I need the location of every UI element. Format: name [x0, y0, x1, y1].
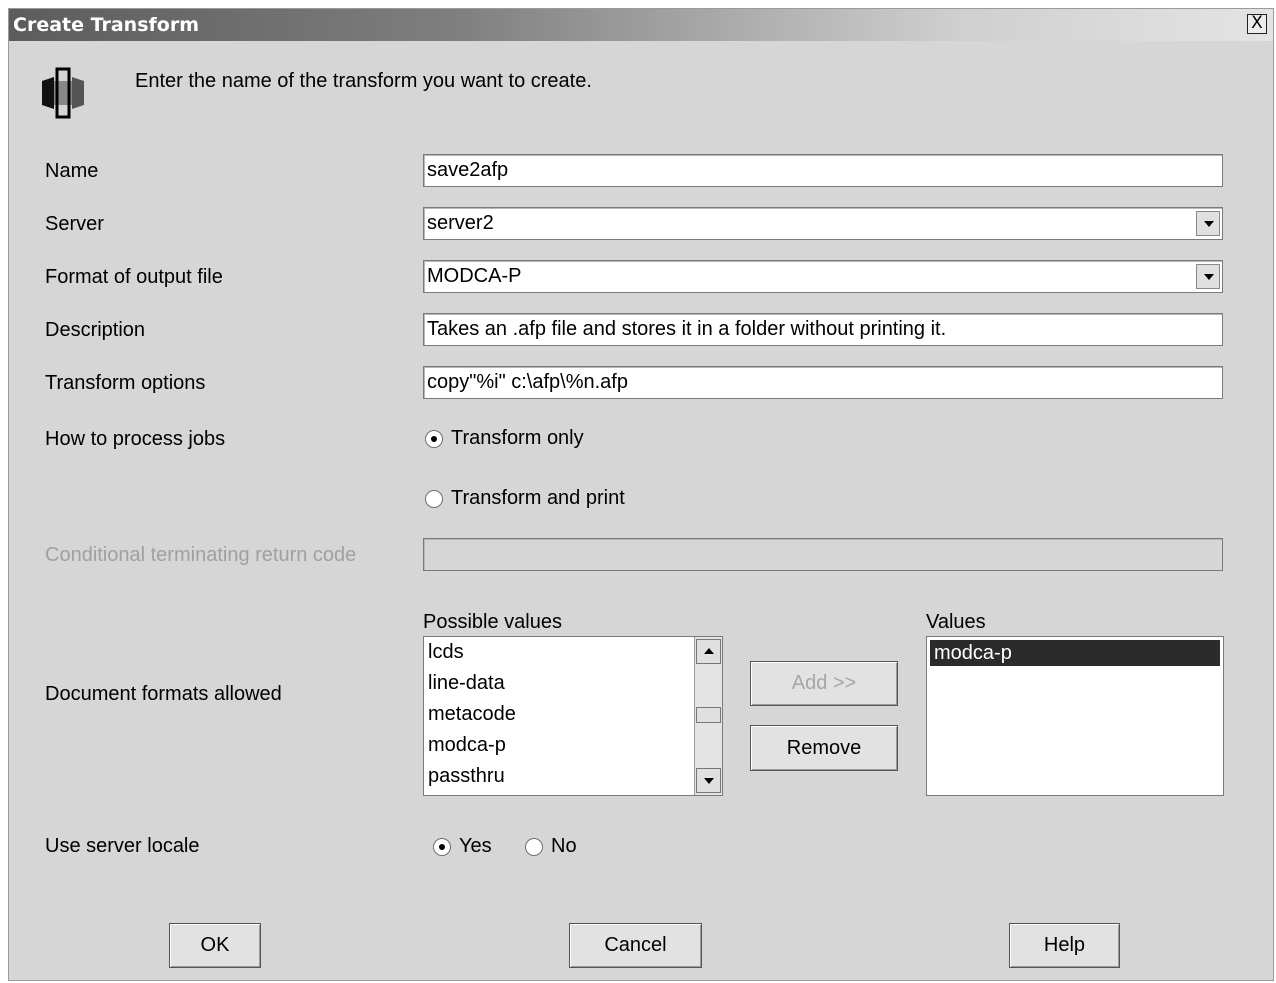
server-label: Server	[45, 213, 104, 235]
title-bar[interactable]: Create Transform X	[9, 9, 1273, 41]
help-button[interactable]: Help	[1009, 923, 1120, 968]
radio-transform-only[interactable]: Transform only	[425, 427, 584, 450]
possible-values-list[interactable]: lcds line-data metacode modca-p passthru	[423, 636, 723, 796]
transform-options-label: Transform options	[45, 372, 206, 394]
window-title: Create Transform	[13, 14, 199, 36]
name-value: save2afp	[427, 159, 509, 181]
transform-options-value: copy"%i" c:\afp\%n.afp	[427, 371, 628, 393]
cancel-button[interactable]: Cancel	[569, 923, 702, 968]
scroll-down-icon[interactable]	[696, 768, 721, 793]
server-dropdown[interactable]: server2	[423, 207, 1223, 240]
return-code-field	[423, 538, 1223, 571]
format-value: MODCA-P	[427, 265, 522, 287]
radio-locale-no[interactable]: No	[525, 835, 577, 858]
server-value: server2	[427, 212, 494, 234]
description-field[interactable]: Takes an .afp file and stores it in a fo…	[423, 313, 1223, 346]
server-locale-label: Use server locale	[45, 835, 200, 857]
transform-icon	[40, 67, 86, 125]
list-item[interactable]: lcds	[424, 637, 722, 668]
radio-selected-icon	[425, 429, 443, 448]
list-item[interactable]: modca-p	[930, 640, 1220, 666]
radio-locale-yes-label: Yes	[459, 835, 492, 857]
description-label: Description	[45, 319, 146, 341]
create-transform-dialog: Create Transform X Enter the name of the…	[8, 8, 1274, 981]
values-label: Values	[926, 611, 986, 633]
list-item[interactable]: modca-p	[424, 730, 722, 761]
remove-button[interactable]: Remove	[750, 725, 898, 771]
chevron-down-icon[interactable]	[1196, 211, 1220, 236]
radio-transform-and-print[interactable]: Transform and print	[425, 487, 625, 510]
list-item[interactable]: metacode	[424, 699, 722, 730]
document-formats-label: Document formats allowed	[45, 683, 282, 705]
intro-text: Enter the name of the transform you want…	[135, 70, 592, 92]
list-item[interactable]: line-data	[424, 668, 722, 699]
radio-selected-icon	[433, 837, 451, 856]
name-field[interactable]: save2afp	[423, 154, 1223, 187]
vertical-scrollbar[interactable]	[694, 637, 722, 795]
close-button[interactable]: X	[1247, 14, 1267, 34]
description-value: Takes an .afp file and stores it in a fo…	[427, 318, 947, 340]
list-item[interactable]: passthru	[424, 761, 722, 792]
ok-button[interactable]: OK	[169, 923, 261, 968]
radio-unselected-icon	[525, 837, 543, 856]
return-code-label: Conditional terminating return code	[45, 544, 357, 566]
format-label: Format of output file	[45, 266, 223, 288]
radio-transform-only-label: Transform only	[451, 427, 584, 449]
radio-transform-and-print-label: Transform and print	[451, 487, 625, 509]
chevron-down-icon[interactable]	[1196, 264, 1220, 289]
transform-options-field[interactable]: copy"%i" c:\afp\%n.afp	[423, 366, 1223, 399]
possible-values-label: Possible values	[423, 611, 562, 633]
radio-locale-yes[interactable]: Yes	[433, 835, 492, 858]
process-jobs-label: How to process jobs	[45, 428, 226, 450]
format-dropdown[interactable]: MODCA-P	[423, 260, 1223, 293]
add-button[interactable]: Add >>	[750, 661, 898, 706]
scroll-thumb[interactable]	[696, 707, 721, 723]
radio-unselected-icon	[425, 489, 443, 508]
name-label: Name	[45, 160, 99, 182]
radio-locale-no-label: No	[551, 835, 577, 857]
values-list[interactable]: modca-p	[926, 636, 1224, 796]
scroll-up-icon[interactable]	[696, 639, 721, 664]
